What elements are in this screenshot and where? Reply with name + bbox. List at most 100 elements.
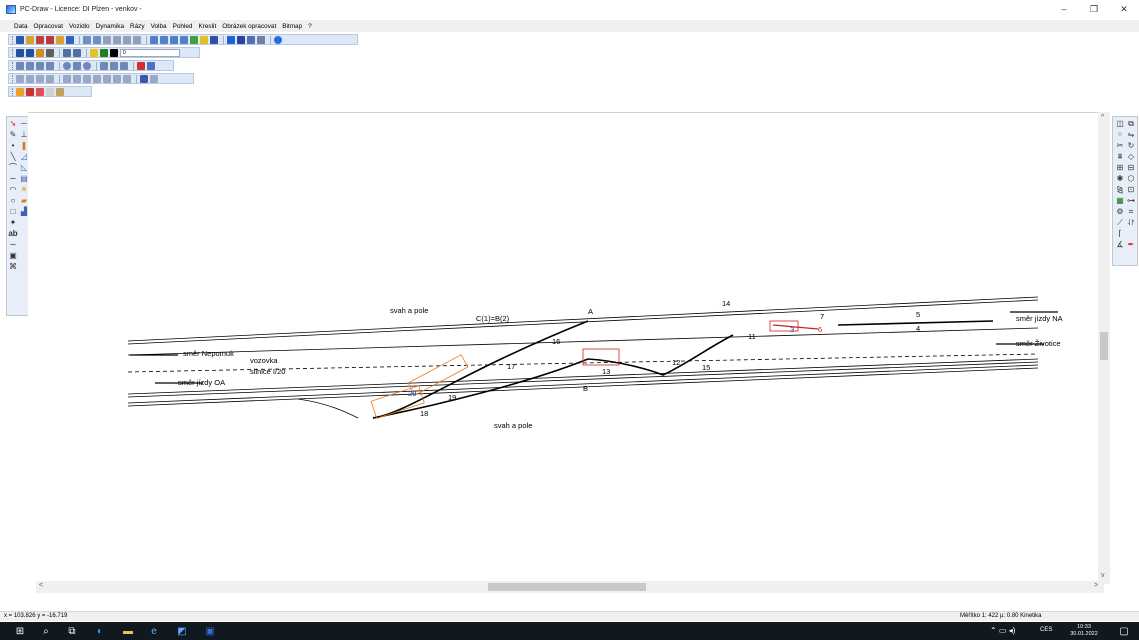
- hexagon-icon[interactable]: [73, 61, 81, 70]
- scroll-left-icon[interactable]: <: [39, 582, 43, 589]
- perpendicular-alt-icon[interactable]: [110, 61, 118, 70]
- move-icon[interactable]: [16, 74, 24, 83]
- font-icon[interactable]: [26, 48, 34, 57]
- horizontal-scrollbar[interactable]: < >: [36, 581, 1104, 593]
- ungroup-icon[interactable]: ⊟: [1126, 163, 1136, 173]
- color-black-icon[interactable]: [110, 48, 118, 57]
- redo-icon[interactable]: [133, 35, 141, 44]
- align-icon[interactable]: ⩩: [1115, 152, 1125, 162]
- menu-help[interactable]: ?: [308, 23, 312, 30]
- scroll-up-icon[interactable]: ^: [1101, 114, 1104, 121]
- zoom-in-icon[interactable]: [150, 35, 158, 44]
- menu-volba[interactable]: Volba: [151, 23, 167, 30]
- vehicle-select-icon[interactable]: [36, 87, 44, 96]
- flip-icon[interactable]: ⇋: [1126, 130, 1136, 140]
- mirror-icon[interactable]: [46, 74, 54, 83]
- polyline-icon[interactable]: ⌒: [8, 163, 18, 173]
- task-view-icon[interactable]: ⧉: [66, 625, 78, 637]
- frame-tool-icon[interactable]: ⌗: [1126, 207, 1136, 217]
- copy-sheet-icon[interactable]: ⧉: [1126, 119, 1136, 129]
- zoom-window-icon[interactable]: [170, 35, 178, 44]
- scissors-icon[interactable]: ✂: [1115, 141, 1125, 151]
- zoom-out-icon[interactable]: [160, 35, 168, 44]
- new-file-icon[interactable]: [16, 35, 24, 44]
- windows-start-icon[interactable]: ⊞: [14, 625, 26, 637]
- marker-icon[interactable]: ✒: [1126, 240, 1136, 250]
- accident-sketch[interactable]: svah a pole svah a pole směr Nepomuk smě…: [28, 113, 1094, 581]
- toolbar-grip[interactable]: [12, 74, 14, 83]
- mirror-shape-icon[interactable]: ⧎: [1115, 185, 1125, 195]
- pen-tool-icon[interactable]: ✎: [8, 130, 18, 140]
- sheet-icon[interactable]: ◫: [1115, 119, 1125, 129]
- edge-icon[interactable]: ◐: [94, 625, 106, 637]
- delete-icon[interactable]: [137, 61, 145, 70]
- minimize-button[interactable]: –: [1049, 0, 1079, 18]
- group-icon[interactable]: ⊞: [1115, 163, 1125, 173]
- cross-tool-icon[interactable]: [36, 61, 44, 70]
- zoom-all-icon[interactable]: [180, 35, 188, 44]
- bend-icon[interactable]: ⥯: [1126, 218, 1136, 228]
- fill-icon[interactable]: [73, 48, 81, 57]
- close-button[interactable]: ✕: [1109, 0, 1139, 18]
- text-format-icon[interactable]: [36, 48, 44, 57]
- rectangle-icon[interactable]: □: [8, 207, 18, 217]
- menu-data[interactable]: Data: [14, 23, 28, 30]
- drawing-canvas[interactable]: svah a pole svah a pole směr Nepomuk smě…: [28, 112, 1110, 580]
- vertical-scrollbar[interactable]: ^ v: [1098, 112, 1110, 584]
- folder-icon[interactable]: [56, 35, 64, 44]
- hatch-icon[interactable]: [63, 48, 71, 57]
- notification-icon[interactable]: ▢: [1118, 625, 1130, 637]
- arrow-tool-icon[interactable]: [227, 35, 235, 44]
- system-tray-icons[interactable]: ⌃ ▭ ◂): [990, 626, 1015, 635]
- vehicle-icon[interactable]: [36, 35, 44, 44]
- toolbar-grip[interactable]: [12, 87, 14, 96]
- circle-tool-icon[interactable]: [83, 61, 91, 70]
- color-pick-icon[interactable]: [90, 48, 98, 57]
- layers-icon[interactable]: [190, 35, 198, 44]
- perpendicular-icon[interactable]: [100, 61, 108, 70]
- diagonal-line-icon[interactable]: ╲: [8, 152, 18, 162]
- copy-icon[interactable]: [103, 35, 111, 44]
- frame-icon[interactable]: [150, 74, 158, 83]
- menu-bitmap[interactable]: Bitmap: [282, 23, 302, 30]
- lasso-icon[interactable]: ⌘: [8, 262, 18, 272]
- connect-icon[interactable]: ⊶: [1126, 196, 1136, 206]
- wave-icon[interactable]: ∼: [8, 240, 18, 250]
- pcdraw-taskbar-icon[interactable]: ◩: [176, 625, 188, 637]
- language-indicator[interactable]: CES: [1040, 627, 1052, 633]
- curve-icon[interactable]: ⌈: [1115, 229, 1125, 239]
- text-style-icon[interactable]: [16, 48, 24, 57]
- point-icon[interactable]: •: [8, 141, 18, 151]
- explode-icon[interactable]: ✱: [1115, 174, 1125, 184]
- vertical-scroll-thumb[interactable]: [1100, 332, 1108, 360]
- break-icon[interactable]: [103, 74, 111, 83]
- polyline-tool-icon[interactable]: [26, 61, 34, 70]
- menu-razy[interactable]: Rázy: [130, 23, 145, 30]
- word-icon[interactable]: ▣: [204, 625, 216, 637]
- menu-obrazek-opracovat[interactable]: Obrázek opracovat: [222, 23, 276, 30]
- scroll-down-icon[interactable]: v: [1101, 572, 1105, 579]
- path-icon[interactable]: ⟋: [1115, 218, 1125, 228]
- menu-dynamika[interactable]: Dynamika: [96, 23, 124, 30]
- snap-icon[interactable]: [120, 61, 128, 70]
- vehicle-draw-icon[interactable]: [26, 87, 34, 96]
- taskbar-clock[interactable]: 10:33 30.01.2022: [1068, 624, 1100, 638]
- menu-opracovat[interactable]: Opracovat: [34, 23, 63, 30]
- text-tool-icon[interactable]: ab: [8, 229, 18, 239]
- copy-tool-icon[interactable]: [26, 74, 34, 83]
- node-icon[interactable]: ⁘: [1115, 130, 1125, 140]
- grid-icon[interactable]: [210, 35, 218, 44]
- preview-icon[interactable]: [93, 35, 101, 44]
- toolbar-grip[interactable]: [12, 61, 14, 70]
- vehicle-list-icon[interactable]: [16, 87, 24, 96]
- paste-icon[interactable]: [113, 35, 121, 44]
- skew-icon[interactable]: ◇: [1126, 152, 1136, 162]
- image-icon[interactable]: [140, 74, 148, 83]
- merge-icon[interactable]: ⬡: [1126, 174, 1136, 184]
- vehicle-red-icon[interactable]: [46, 35, 54, 44]
- scale-icon[interactable]: [63, 74, 71, 83]
- cross-alt-tool-icon[interactable]: [46, 61, 54, 70]
- circle-center-icon[interactable]: [63, 61, 71, 70]
- internet-explorer-icon[interactable]: e: [148, 625, 160, 637]
- search-icon[interactable]: ⌕: [40, 625, 52, 637]
